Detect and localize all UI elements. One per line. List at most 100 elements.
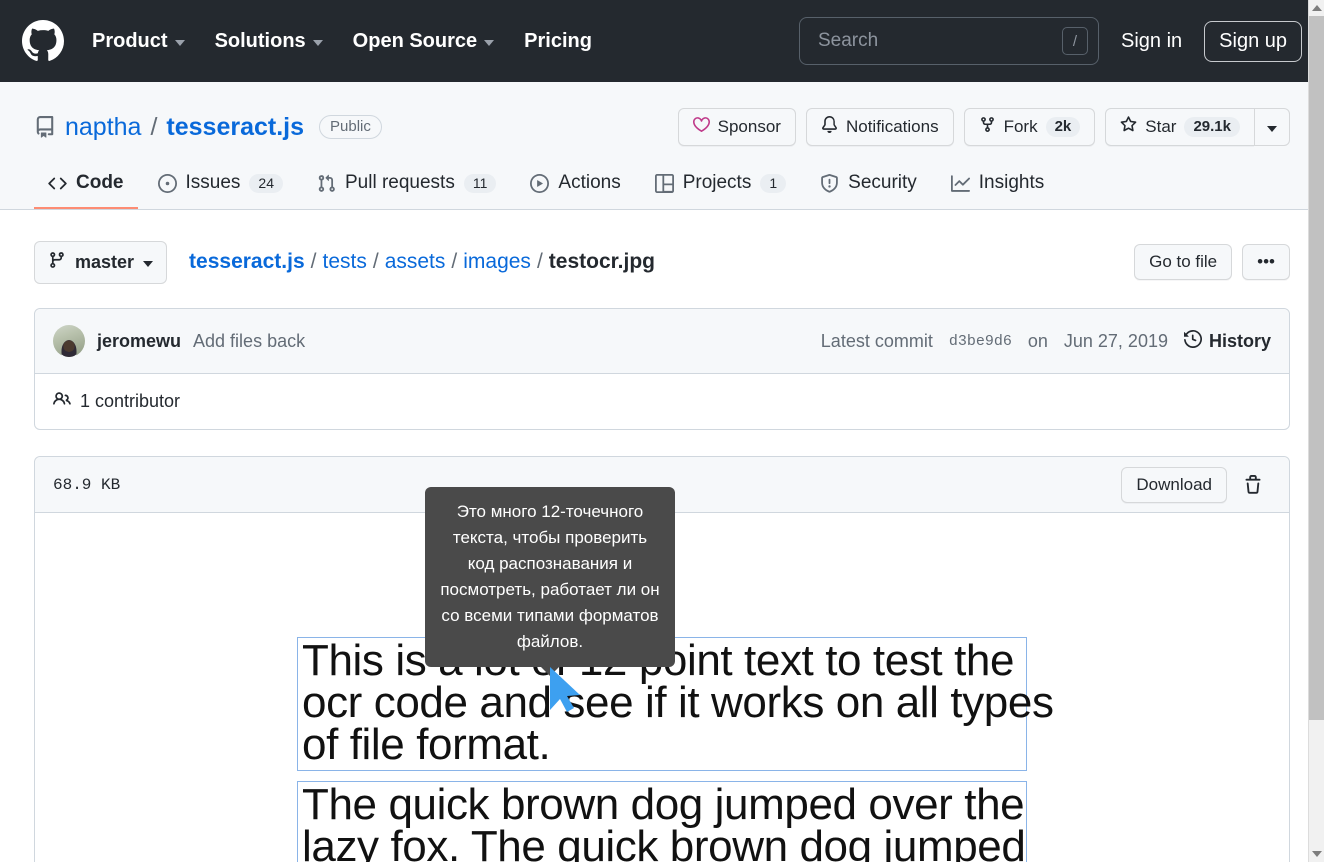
commit-meta-group: Latest commit d3be9d6 on Jun 27, 2019 Hi… bbox=[820, 329, 1271, 353]
vertical-scrollbar[interactable] bbox=[1308, 0, 1324, 862]
contributors-count-link[interactable]: 1 contributor bbox=[80, 391, 180, 412]
contributors-row: 1 contributor bbox=[35, 374, 1289, 429]
trash-icon[interactable] bbox=[1233, 467, 1273, 503]
tab-projects[interactable]: Projects 1 bbox=[641, 164, 800, 209]
scroll-up-arrow-icon[interactable] bbox=[1309, 0, 1324, 16]
fork-button[interactable]: Fork 2k bbox=[963, 108, 1096, 146]
commit-author-group: jeromewu Add files back bbox=[53, 325, 305, 357]
notifications-label: Notifications bbox=[845, 117, 939, 136]
scrollbar-thumb[interactable] bbox=[1309, 16, 1324, 720]
tab-code[interactable]: Code bbox=[34, 164, 138, 209]
star-dropdown-button[interactable] bbox=[1254, 108, 1290, 146]
nav-item-pricing[interactable]: Pricing bbox=[524, 30, 592, 53]
file-size-label: 68.9 KB bbox=[53, 475, 121, 494]
file-path-breadcrumb: tesseract.js / tests / assets / images /… bbox=[189, 250, 655, 274]
ocr-test-image: This is a lot of 12 point text to test t… bbox=[297, 637, 1054, 862]
repo-name-link[interactable]: tesseract.js bbox=[166, 113, 304, 142]
breadcrumb-item-images[interactable]: images bbox=[463, 250, 531, 274]
breadcrumb-item-tests[interactable]: tests bbox=[322, 250, 366, 274]
repo-icon bbox=[34, 116, 56, 138]
notifications-button[interactable]: Notifications bbox=[805, 108, 954, 146]
ocr-line: ocr code and see if it works on all type… bbox=[302, 678, 1054, 727]
branch-name: master bbox=[75, 251, 135, 272]
sponsor-button[interactable]: Sponsor bbox=[677, 108, 796, 146]
nav-item-label: Pricing bbox=[524, 29, 592, 52]
latest-commit-box: jeromewu Add files back Latest commit d3… bbox=[34, 308, 1290, 430]
history-button[interactable]: History bbox=[1183, 329, 1271, 353]
chevron-down-icon bbox=[484, 39, 495, 46]
fork-label: Fork bbox=[1003, 117, 1038, 136]
breadcrumb: naptha / tesseract.js Public bbox=[34, 113, 382, 142]
tab-label: Code bbox=[76, 172, 124, 193]
tab-label: Projects bbox=[682, 172, 752, 193]
chevron-down-icon bbox=[143, 260, 154, 267]
file-viewer-actions: Download bbox=[1121, 466, 1273, 503]
nav-item-label: Open Source bbox=[352, 29, 478, 52]
latest-commit-label: Latest commit bbox=[820, 330, 933, 351]
tab-issues[interactable]: Issues 24 bbox=[144, 164, 298, 209]
heart-icon bbox=[692, 116, 710, 138]
tab-label: Issues bbox=[185, 172, 241, 193]
global-nav: Product Solutions Open Source Pricing bbox=[92, 30, 592, 53]
ocr-text-block: The quick brown dog jumped over the lazy… bbox=[297, 781, 1027, 862]
star-button[interactable]: Star 29.1k bbox=[1105, 108, 1254, 146]
chevron-down-icon bbox=[312, 39, 323, 46]
github-file-page: Product Solutions Open Source Pricing Se… bbox=[0, 0, 1324, 862]
breadcrumb-item-assets[interactable]: assets bbox=[385, 250, 446, 274]
star-button-group: Star 29.1k bbox=[1105, 108, 1290, 146]
nav-item-label: Product bbox=[92, 29, 168, 52]
breadcrumb-separator: / bbox=[536, 250, 543, 273]
commit-author-link[interactable]: jeromewu bbox=[97, 331, 181, 352]
star-icon bbox=[1120, 116, 1137, 138]
repo-forked-icon bbox=[979, 116, 996, 138]
repository-title-row: naptha / tesseract.js Public Sponsor Not… bbox=[34, 106, 1290, 148]
tab-actions[interactable]: Actions bbox=[516, 164, 634, 209]
global-header: Product Solutions Open Source Pricing Se… bbox=[0, 0, 1324, 82]
breadcrumb-item-tesseract-js[interactable]: tesseract.js bbox=[189, 250, 305, 274]
tab-insights[interactable]: Insights bbox=[937, 164, 1058, 209]
status-badge: Public bbox=[319, 115, 382, 139]
file-navigation-bar: master tesseract.js / tests / assets / i… bbox=[34, 238, 1290, 286]
repository-tabs: Code Issues 24 Pull requests 11 Actions … bbox=[34, 164, 1290, 209]
breadcrumb-separator: / bbox=[310, 250, 317, 273]
nav-item-solutions[interactable]: Solutions bbox=[215, 30, 323, 53]
tab-label: Insights bbox=[978, 172, 1045, 193]
people-icon bbox=[53, 390, 71, 413]
tab-count: 1 bbox=[760, 173, 787, 193]
avatar[interactable] bbox=[53, 325, 85, 357]
fork-count: 2k bbox=[1045, 117, 1081, 137]
file-navigation-actions: Go to file ••• bbox=[1134, 244, 1290, 280]
repo-owner-link[interactable]: naptha bbox=[65, 113, 141, 142]
go-to-file-button[interactable]: Go to file bbox=[1134, 244, 1233, 280]
bell-icon bbox=[821, 116, 838, 138]
branch-selector-button[interactable]: master bbox=[34, 240, 168, 284]
commit-sha-link[interactable]: d3be9d6 bbox=[949, 333, 1012, 350]
nav-item-open-source[interactable]: Open Source bbox=[352, 29, 495, 53]
tab-label: Pull requests bbox=[345, 172, 455, 193]
github-mark-icon[interactable] bbox=[22, 20, 64, 62]
chevron-down-icon bbox=[174, 39, 185, 46]
tab-label: Security bbox=[848, 172, 917, 193]
latest-commit-header: jeromewu Add files back Latest commit d3… bbox=[35, 309, 1289, 374]
translation-tooltip: Это много 12-точечного текста, чтобы про… bbox=[425, 487, 675, 667]
tab-pull-requests[interactable]: Pull requests 11 bbox=[303, 164, 510, 209]
download-button[interactable]: Download bbox=[1121, 466, 1227, 503]
ocr-line: The quick brown dog jumped over the bbox=[302, 780, 1025, 829]
sponsor-label: Sponsor bbox=[717, 117, 781, 136]
tab-label: Actions bbox=[558, 172, 621, 193]
nav-item-product[interactable]: Product bbox=[92, 30, 185, 53]
scroll-down-arrow-icon[interactable] bbox=[1309, 846, 1324, 862]
ocr-line: lazy fox. The quick brown dog jumped bbox=[302, 822, 1026, 862]
repository-actions: Sponsor Notifications Fork 2k Star 29.1k bbox=[677, 108, 1290, 146]
history-icon bbox=[1183, 329, 1202, 353]
search-input[interactable]: Search / bbox=[799, 17, 1099, 65]
sign-up-button[interactable]: Sign up bbox=[1204, 20, 1302, 62]
sign-in-button[interactable]: Sign in bbox=[1121, 30, 1182, 53]
git-branch-icon bbox=[48, 251, 66, 274]
commit-message-link[interactable]: Add files back bbox=[193, 331, 305, 352]
tab-security[interactable]: Security bbox=[806, 164, 931, 209]
history-label: History bbox=[1208, 330, 1271, 351]
more-options-button[interactable]: ••• bbox=[1242, 244, 1290, 280]
header-right-group: Search / Sign in Sign up bbox=[799, 17, 1302, 65]
commit-date: Jun 27, 2019 bbox=[1063, 330, 1168, 351]
